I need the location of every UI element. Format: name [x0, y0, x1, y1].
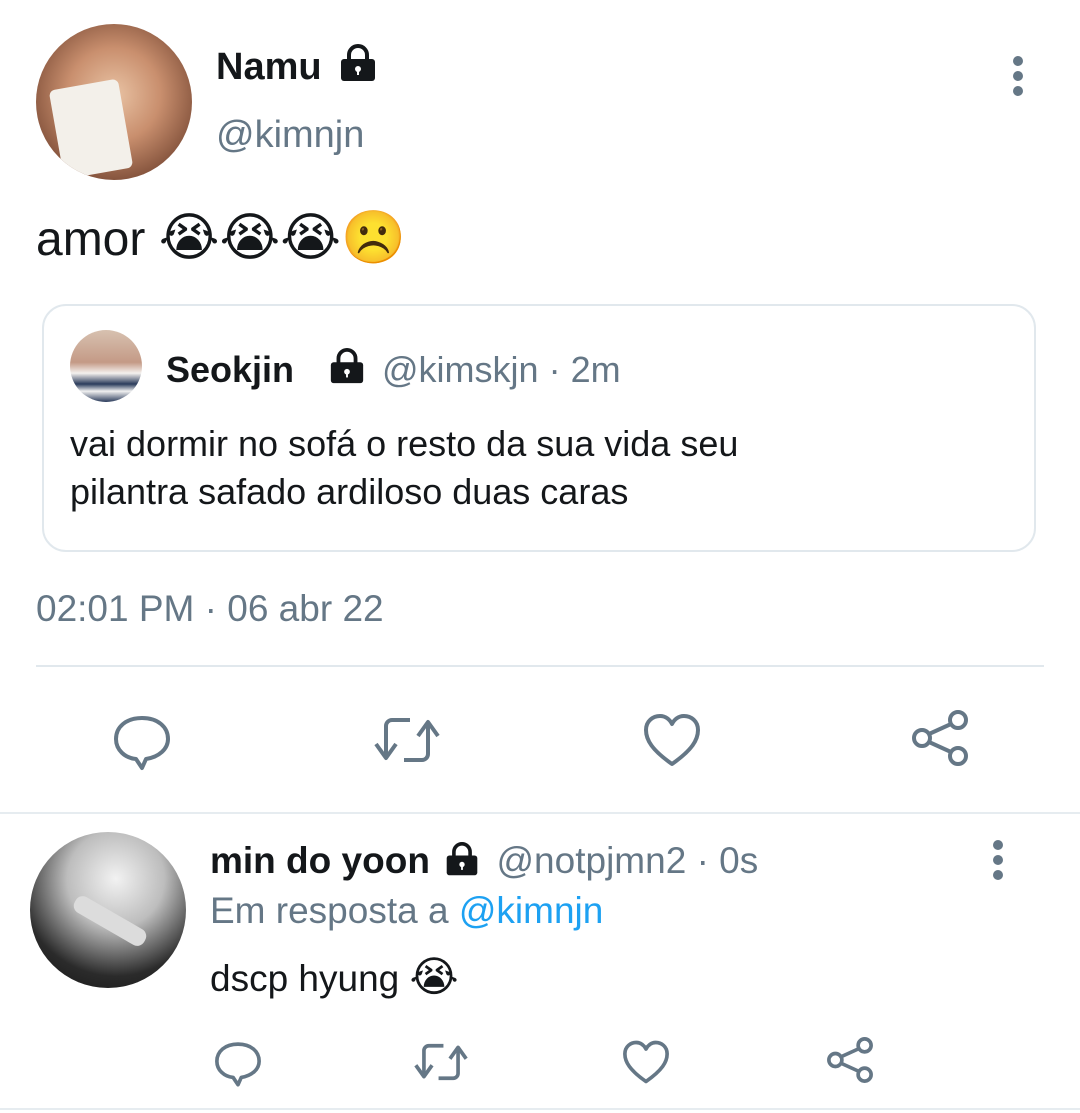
reply-emoji: 😭 [409, 953, 459, 1000]
retweet-icon[interactable] [372, 708, 442, 772]
more-vertical-icon[interactable] [1004, 54, 1032, 98]
tweet-text: amor 😭😭😭☹️ [36, 208, 406, 270]
reply-text-body: dscp hyung [210, 958, 400, 999]
quoted-author-name[interactable]: Seokjin [166, 348, 294, 392]
bottom-separator [0, 1108, 1080, 1110]
reply-author-name[interactable]: min do yoon [210, 840, 430, 881]
reply-to-link[interactable]: @kimnjn [459, 890, 603, 931]
lock-icon [326, 348, 368, 386]
retweet-icon[interactable] [412, 1036, 470, 1088]
quoted-text-line-2: pilantra safado ardiloso duas caras [70, 471, 629, 512]
reply-prefix: Em resposta a [210, 890, 449, 931]
reply-context: Em resposta a @kimnjn [210, 888, 603, 934]
quoted-handle[interactable]: @kimskjn [382, 349, 539, 390]
author-name[interactable]: Namu [216, 44, 322, 90]
quoted-tweet-text: vai dormir no sofá o resto da sua vida s… [70, 420, 738, 516]
author-handle[interactable]: @kimnjn [216, 112, 364, 158]
reply-meta: · 0s [696, 840, 759, 881]
like-icon[interactable] [640, 708, 704, 772]
tweet-timestamp: 02:01 PM · 06 abr 22 [36, 588, 384, 629]
like-icon[interactable] [620, 1036, 672, 1088]
quoted-author-handle[interactable]: @kimskjn · 2m [382, 348, 621, 392]
tweet-emoji: 😭😭😭☹️ [158, 209, 406, 267]
author-avatar[interactable] [36, 24, 192, 180]
reply-author-avatar[interactable] [30, 832, 186, 988]
reply-text: dscp hyung 😭 [210, 952, 459, 1004]
tweet-text-body: amor [36, 213, 146, 266]
quoted-author-avatar[interactable] [70, 330, 142, 402]
section-separator [0, 812, 1080, 814]
reply-icon[interactable] [212, 1036, 264, 1088]
share-icon[interactable] [824, 1034, 876, 1086]
share-icon[interactable] [908, 706, 972, 770]
lock-icon [442, 842, 482, 878]
lock-icon [336, 44, 380, 84]
more-vertical-icon[interactable] [984, 838, 1012, 882]
quoted-text-line-1: vai dormir no sofá o resto da sua vida s… [70, 423, 739, 464]
reply-author-handle[interactable]: @notpjmn2 [497, 840, 687, 881]
reply-header: min do yoon @notpjmn2 · 0s [210, 838, 758, 884]
divider [36, 665, 1044, 667]
quoted-meta: · 2m [548, 349, 621, 390]
quoted-tweet-card[interactable]: Seokjin @kimskjn · 2m vai dormir no sofá… [42, 304, 1036, 552]
reply-icon[interactable] [110, 708, 174, 772]
